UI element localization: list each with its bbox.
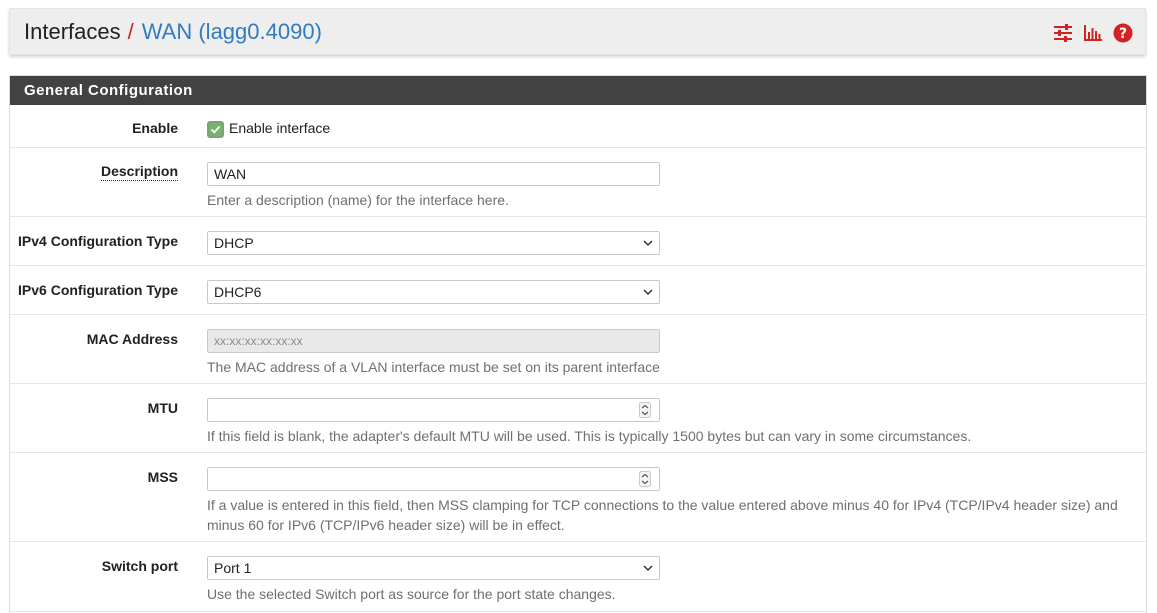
ipv4-type-value: DHCP bbox=[214, 235, 254, 251]
description-row: Description WAN Enter a description (nam… bbox=[10, 148, 1146, 217]
switch-port-help: Use the selected Switch port as source f… bbox=[207, 586, 616, 602]
ipv6-type-row: IPv6 Configuration Type DHCP6 bbox=[10, 266, 1146, 315]
breadcrumb-current[interactable]: WAN (lagg0.4090) bbox=[142, 19, 322, 44]
switch-port-label: Switch port bbox=[101, 558, 178, 574]
panel-title: General Configuration bbox=[10, 76, 1146, 105]
ipv6-type-select[interactable]: DHCP6 bbox=[207, 280, 660, 304]
breadcrumb: Interfaces / WAN (lagg0.4090) bbox=[24, 18, 322, 46]
help-icon[interactable]: ? bbox=[1113, 23, 1133, 43]
general-configuration-panel: General Configuration Enable Enable inte… bbox=[9, 75, 1147, 613]
check-icon bbox=[210, 125, 221, 134]
mss-row: MSS If a value is entered in this field,… bbox=[10, 453, 1146, 542]
mss-help-line2: minus 60 for IPv6 (TCP/IPv6 header size)… bbox=[207, 517, 565, 533]
chevron-down-icon bbox=[643, 240, 653, 247]
switch-port-row: Switch port Port 1 Use the selected Swit… bbox=[10, 542, 1146, 612]
bar-chart-icon[interactable] bbox=[1083, 23, 1103, 43]
header-icon-group: ? bbox=[1053, 22, 1133, 44]
breadcrumb-separator: / bbox=[127, 19, 134, 44]
mtu-label: MTU bbox=[147, 400, 178, 416]
description-input[interactable]: WAN bbox=[207, 162, 660, 186]
ipv6-type-value: DHCP6 bbox=[214, 284, 262, 300]
mss-label: MSS bbox=[147, 469, 178, 485]
description-help: Enter a description (name) for the inter… bbox=[207, 192, 509, 208]
svg-text:?: ? bbox=[1119, 26, 1127, 42]
enable-checkbox[interactable] bbox=[207, 121, 224, 138]
mac-address-input: xx:xx:xx:xx:xx:xx bbox=[207, 329, 660, 353]
switch-port-select[interactable]: Port 1 bbox=[207, 556, 660, 580]
sliders-icon[interactable] bbox=[1053, 23, 1073, 43]
mac-address-help: The MAC address of a VLAN interface must… bbox=[207, 359, 660, 375]
enable-row: Enable Enable interface bbox=[10, 105, 1146, 148]
spinner-icon[interactable] bbox=[639, 471, 651, 487]
ipv4-type-select[interactable]: DHCP bbox=[207, 231, 660, 255]
description-label[interactable]: Description bbox=[100, 163, 178, 181]
enable-checkbox-label[interactable]: Enable interface bbox=[229, 120, 330, 136]
spinner-icon[interactable] bbox=[639, 402, 651, 418]
mac-address-row: MAC Address xx:xx:xx:xx:xx:xx The MAC ad… bbox=[10, 315, 1146, 384]
page-header: Interfaces / WAN (lagg0.4090) ? bbox=[9, 8, 1146, 55]
ipv4-type-label: IPv4 Configuration Type bbox=[18, 233, 178, 249]
mss-input[interactable] bbox=[207, 467, 660, 491]
chevron-down-icon bbox=[643, 289, 653, 296]
mtu-row: MTU If this field is blank, the adapter'… bbox=[10, 384, 1146, 453]
mac-address-label: MAC Address bbox=[86, 331, 178, 347]
breadcrumb-root[interactable]: Interfaces bbox=[24, 19, 121, 44]
mss-help-line1: If a value is entered in this field, the… bbox=[207, 497, 1118, 513]
switch-port-value: Port 1 bbox=[214, 560, 252, 576]
mtu-help: If this field is blank, the adapter's de… bbox=[207, 428, 972, 444]
enable-label: Enable bbox=[132, 120, 178, 136]
chevron-down-icon bbox=[643, 565, 653, 572]
mtu-input[interactable] bbox=[207, 398, 660, 422]
ipv6-type-label: IPv6 Configuration Type bbox=[18, 282, 178, 298]
ipv4-type-row: IPv4 Configuration Type DHCP bbox=[10, 217, 1146, 266]
